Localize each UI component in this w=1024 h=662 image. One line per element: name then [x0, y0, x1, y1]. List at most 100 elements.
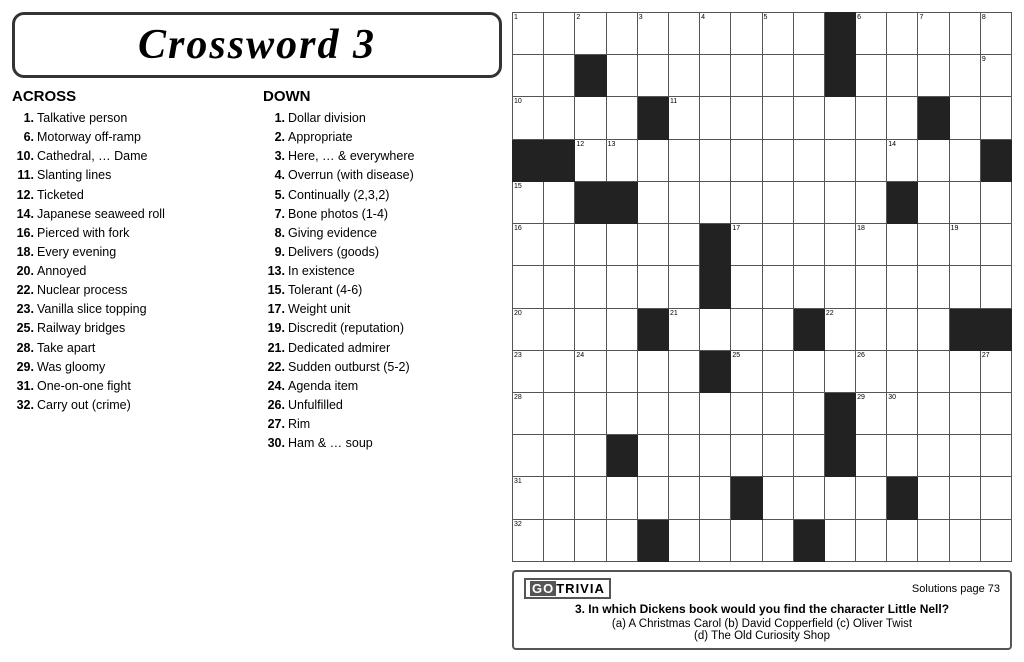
grid-cell[interactable] [980, 435, 1011, 477]
grid-cell[interactable] [668, 392, 699, 434]
grid-cell[interactable] [544, 435, 575, 477]
grid-cell[interactable] [918, 477, 949, 519]
grid-cell[interactable] [887, 350, 918, 392]
grid-cell[interactable]: 11 [668, 97, 699, 139]
grid-cell[interactable] [824, 477, 855, 519]
grid-cell[interactable] [918, 55, 949, 97]
grid-cell[interactable] [513, 55, 544, 97]
grid-cell[interactable] [544, 13, 575, 55]
grid-cell[interactable] [637, 392, 668, 434]
grid-cell[interactable] [949, 392, 980, 434]
grid-cell[interactable] [637, 477, 668, 519]
grid-cell[interactable] [668, 224, 699, 266]
grid-cell[interactable] [700, 308, 731, 350]
grid-cell[interactable] [762, 392, 793, 434]
grid-cell[interactable] [824, 266, 855, 308]
grid-cell[interactable] [637, 266, 668, 308]
grid-cell[interactable] [856, 55, 887, 97]
grid-cell[interactable] [668, 519, 699, 561]
grid-cell[interactable] [949, 477, 980, 519]
grid-cell[interactable] [606, 435, 637, 477]
grid-cell[interactable] [949, 350, 980, 392]
grid-cell[interactable] [980, 266, 1011, 308]
grid-cell[interactable] [793, 435, 824, 477]
grid-cell[interactable]: 12 [575, 139, 606, 181]
grid-cell[interactable] [637, 139, 668, 181]
grid-cell[interactable] [887, 224, 918, 266]
grid-cell[interactable] [824, 224, 855, 266]
grid-cell[interactable] [918, 519, 949, 561]
grid-cell[interactable]: 30 [887, 392, 918, 434]
grid-cell[interactable] [824, 13, 855, 55]
grid-cell[interactable] [824, 435, 855, 477]
grid-cell[interactable] [824, 350, 855, 392]
grid-cell[interactable] [668, 181, 699, 223]
grid-cell[interactable] [980, 392, 1011, 434]
grid-cell[interactable] [606, 266, 637, 308]
grid-cell[interactable] [731, 97, 762, 139]
grid-cell[interactable] [731, 308, 762, 350]
grid-cell[interactable] [793, 350, 824, 392]
grid-cell[interactable] [824, 519, 855, 561]
grid-cell[interactable] [637, 97, 668, 139]
grid-cell[interactable] [856, 181, 887, 223]
grid-cell[interactable]: 18 [856, 224, 887, 266]
grid-cell[interactable]: 32 [513, 519, 544, 561]
grid-cell[interactable]: 28 [513, 392, 544, 434]
grid-cell[interactable] [544, 350, 575, 392]
grid-cell[interactable] [980, 181, 1011, 223]
grid-cell[interactable] [513, 435, 544, 477]
grid-cell[interactable] [544, 392, 575, 434]
grid-cell[interactable] [762, 224, 793, 266]
grid-cell[interactable] [856, 519, 887, 561]
grid-cell[interactable] [918, 139, 949, 181]
grid-cell[interactable] [575, 519, 606, 561]
grid-cell[interactable] [918, 266, 949, 308]
grid-cell[interactable] [637, 55, 668, 97]
grid-cell[interactable] [731, 392, 762, 434]
grid-cell[interactable]: 29 [856, 392, 887, 434]
grid-cell[interactable] [668, 55, 699, 97]
grid-cell[interactable]: 13 [606, 139, 637, 181]
grid-cell[interactable] [762, 477, 793, 519]
grid-cell[interactable] [544, 477, 575, 519]
grid-cell[interactable] [606, 97, 637, 139]
grid-cell[interactable] [949, 266, 980, 308]
grid-cell[interactable] [544, 224, 575, 266]
grid-cell[interactable] [668, 435, 699, 477]
grid-cell[interactable] [575, 181, 606, 223]
grid-cell[interactable] [513, 266, 544, 308]
grid-cell[interactable] [793, 392, 824, 434]
grid-cell[interactable] [700, 392, 731, 434]
grid-cell[interactable]: 25 [731, 350, 762, 392]
grid-cell[interactable] [606, 13, 637, 55]
grid-cell[interactable] [887, 13, 918, 55]
grid-cell[interactable]: 10 [513, 97, 544, 139]
grid-cell[interactable] [793, 13, 824, 55]
grid-cell[interactable] [918, 224, 949, 266]
grid-cell[interactable] [513, 139, 544, 181]
grid-cell[interactable] [731, 139, 762, 181]
grid-cell[interactable] [731, 181, 762, 223]
grid-cell[interactable] [731, 13, 762, 55]
grid-cell[interactable] [887, 181, 918, 223]
grid-cell[interactable] [637, 181, 668, 223]
grid-cell[interactable]: 4 [700, 13, 731, 55]
grid-cell[interactable] [606, 55, 637, 97]
grid-cell[interactable] [700, 435, 731, 477]
grid-cell[interactable] [887, 308, 918, 350]
grid-cell[interactable]: 22 [824, 308, 855, 350]
grid-cell[interactable] [918, 308, 949, 350]
grid-cell[interactable] [606, 519, 637, 561]
grid-cell[interactable] [637, 308, 668, 350]
grid-cell[interactable] [980, 224, 1011, 266]
grid-cell[interactable] [606, 224, 637, 266]
grid-cell[interactable] [700, 55, 731, 97]
grid-cell[interactable] [544, 181, 575, 223]
grid-cell[interactable] [949, 55, 980, 97]
grid-cell[interactable]: 15 [513, 181, 544, 223]
grid-cell[interactable] [887, 435, 918, 477]
grid-cell[interactable] [700, 477, 731, 519]
grid-cell[interactable]: 27 [980, 350, 1011, 392]
grid-cell[interactable]: 20 [513, 308, 544, 350]
